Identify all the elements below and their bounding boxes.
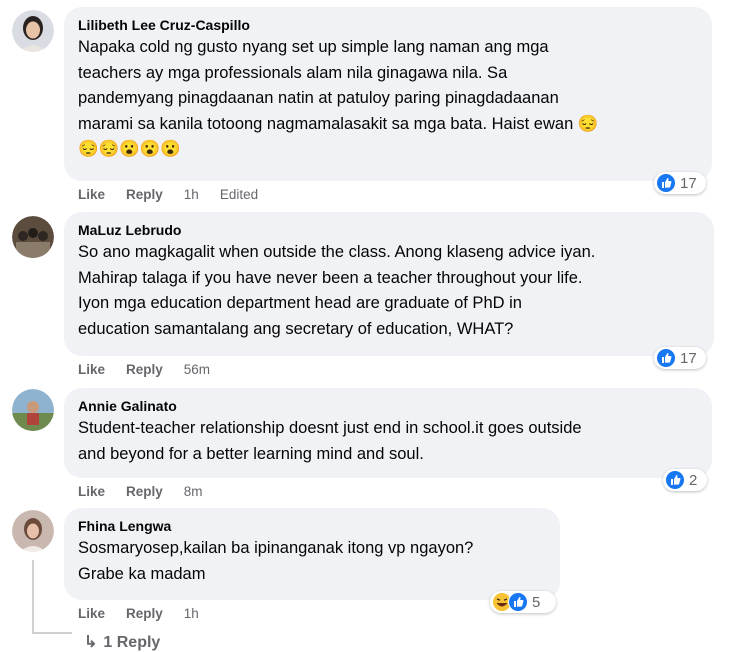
comment-text: Napaka cold ng gusto nyang set up simple… (78, 35, 699, 163)
comment-line: Napaka cold ng gusto nyang set up simple… (78, 38, 549, 56)
comment-emoji-line: 😔😔😮😮😮 (78, 140, 181, 158)
reaction-summary[interactable]: 17 (654, 347, 706, 369)
comment-line: Iyon mga education department head are g… (78, 294, 522, 312)
like-button[interactable]: Like (78, 187, 105, 202)
comment-timestamp[interactable]: 56m (184, 362, 210, 377)
like-button[interactable]: Like (78, 606, 105, 621)
comment-bubble: Fhina Lengwa Sosmaryosep,kailan ba ipina… (64, 508, 560, 600)
reaction-count: 5 (532, 593, 541, 611)
like-reaction-icon (508, 592, 528, 612)
comment-text: So ano magkagalit when outside the class… (78, 240, 701, 342)
comment-author[interactable]: Annie Galinato (78, 396, 699, 416)
comment-timestamp[interactable]: 1h (184, 606, 199, 621)
like-reaction-icon (656, 173, 676, 193)
comment-timestamp[interactable]: 1h (184, 187, 199, 202)
like-reaction-icon (665, 470, 685, 490)
avatar[interactable] (12, 510, 54, 552)
comment-actions: Like Reply 1h Edited (78, 185, 279, 203)
avatar[interactable] (12, 10, 54, 52)
comment-line: and beyond for a better learning mind an… (78, 444, 424, 463)
comment-author[interactable]: MaLuz Lebrudo (78, 220, 701, 240)
view-replies-label: 1 Reply (103, 634, 161, 651)
reply-button[interactable]: Reply (126, 362, 163, 377)
comment-author[interactable]: Lilibeth Lee Cruz-Caspillo (78, 15, 699, 35)
comment-text: Student-teacher relationship doesnt just… (78, 416, 699, 467)
comment-bubble: Lilibeth Lee Cruz-Caspillo Napaka cold n… (64, 7, 712, 181)
reaction-summary[interactable]: 5 (490, 591, 556, 613)
like-button[interactable]: Like (78, 362, 105, 377)
avatar[interactable] (12, 216, 54, 258)
comment-line: teachers ay mga professionals alam nila … (78, 63, 508, 82)
comment-line: Student-teacher relationship doesnt just… (78, 419, 582, 437)
comment-actions: Like Reply 8m (78, 482, 224, 500)
comment-author[interactable]: Fhina Lengwa (78, 516, 547, 536)
reaction-count: 2 (689, 471, 698, 489)
avatar[interactable] (12, 389, 54, 431)
reply-button[interactable]: Reply (126, 484, 163, 499)
reply-arrow-icon: ↳ (84, 634, 98, 651)
comment-bubble: MaLuz Lebrudo So ano magkagalit when out… (64, 212, 714, 356)
comment-line: Mahirap talaga if you have never been a … (78, 268, 583, 287)
comment-line: pandemyang pinagdaanan natin at patuloy … (78, 89, 559, 107)
comment-line: So ano magkagalit when outside the class… (78, 243, 596, 261)
comment-line: education samantalang ang secretary of e… (78, 319, 514, 338)
comment-line: marami sa kanila totoong nagmamalasakit … (78, 114, 599, 133)
like-reaction-icon (656, 348, 676, 368)
reaction-summary[interactable]: 2 (663, 469, 707, 491)
reaction-count: 17 (680, 174, 697, 192)
reaction-summary[interactable]: 17 (654, 172, 706, 194)
comment-timestamp[interactable]: 8m (184, 484, 203, 499)
comment-line: Sosmaryosep,kailan ba ipinanganak itong … (78, 539, 474, 557)
comment-bubble: Annie Galinato Student-teacher relations… (64, 388, 712, 478)
reply-button[interactable]: Reply (126, 187, 163, 202)
comment-text: Sosmaryosep,kailan ba ipinanganak itong … (78, 536, 547, 587)
thread-line (32, 632, 72, 634)
comment-line: Grabe ka madam (78, 564, 206, 583)
view-replies-link[interactable]: ↳ 1 Reply (84, 632, 160, 652)
edited-label: Edited (219, 186, 259, 202)
reaction-count: 17 (680, 349, 697, 367)
reply-button[interactable]: Reply (126, 606, 163, 621)
comment-actions: Like Reply 1h (78, 604, 220, 622)
comment-actions: Like Reply 56m (78, 360, 231, 378)
thread-line (32, 560, 34, 634)
like-button[interactable]: Like (78, 484, 105, 499)
